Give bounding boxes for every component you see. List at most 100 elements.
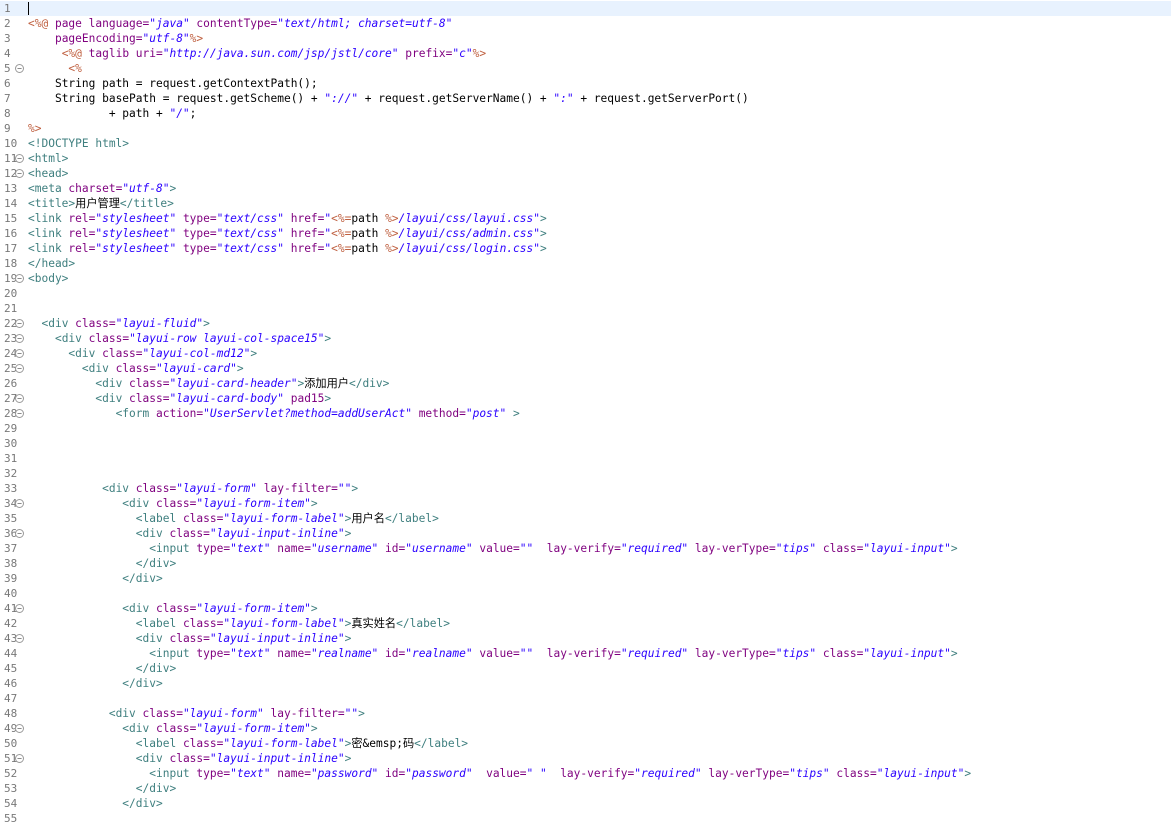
code-line[interactable]: 52 <input type="text" name="password" id…: [0, 766, 1171, 781]
code-line[interactable]: 42 <label class="layui-form-label">真实姓名<…: [0, 616, 1171, 631]
code-line[interactable]: 46 </div>: [0, 676, 1171, 691]
code-line[interactable]: 5− <%: [0, 61, 1171, 76]
fold-toggle-icon[interactable]: −: [15, 754, 24, 763]
line-gutter: 44: [0, 646, 26, 661]
code-line[interactable]: 30: [0, 436, 1171, 451]
code-line[interactable]: 19− <body>: [0, 271, 1171, 286]
code-token: "utf-8": [142, 32, 190, 45]
code-line[interactable]: 40: [0, 586, 1171, 601]
code-line[interactable]: 24− <div class="layui-col-md12">: [0, 346, 1171, 361]
fold-toggle-icon[interactable]: −: [15, 274, 24, 283]
fold-toggle-icon[interactable]: −: [15, 319, 24, 328]
code-line[interactable]: 45 </div>: [0, 661, 1171, 676]
code-line[interactable]: 2 <%@ page language="java" contentType="t…: [0, 16, 1171, 31]
code-line[interactable]: 10 <!DOCTYPE html>: [0, 136, 1171, 151]
fold-toggle-icon[interactable]: −: [15, 169, 24, 178]
code-line[interactable]: 16 <link rel="stylesheet" type="text/css"…: [0, 226, 1171, 241]
code-line[interactable]: 47: [0, 691, 1171, 706]
code-line[interactable]: 50 <label class="layui-form-label">密&ems…: [0, 736, 1171, 751]
code-line[interactable]: 35 <label class="layui-form-label">用户名</…: [0, 511, 1171, 526]
line-gutter: 45: [0, 661, 26, 676]
code-line[interactable]: 31: [0, 451, 1171, 466]
line-number: 54: [4, 797, 18, 810]
fold-toggle-icon[interactable]: −: [15, 409, 24, 418]
code-line[interactable]: 6 String path = request.getContextPath()…: [0, 76, 1171, 91]
code-token: lay-verType=: [701, 767, 790, 780]
code-token: </div>: [122, 797, 163, 810]
code-line[interactable]: 28− <form action="UserServlet?method=add…: [0, 406, 1171, 421]
code-line[interactable]: 17 <link rel="stylesheet" type="text/css"…: [0, 241, 1171, 256]
code-token: <div: [135, 527, 170, 540]
line-code: %>: [28, 121, 41, 136]
code-line[interactable]: 51− <div class="layui-input-inline">: [0, 751, 1171, 766]
code-token: >: [344, 752, 352, 765]
code-line[interactable]: 41− <div class="layui-form-item">: [0, 601, 1171, 616]
code-line[interactable]: 3 pageEncoding="utf-8"%>: [0, 31, 1171, 46]
line-code: <div class="layui-form" lay-filter="">: [28, 481, 358, 496]
code-line[interactable]: 49− <div class="layui-form-item">: [0, 721, 1171, 736]
code-line[interactable]: 27− <div class="layui-card-body" pad15>: [0, 391, 1171, 406]
code-line[interactable]: 4 <%@ taglib uri="http://java.sun.com/js…: [0, 46, 1171, 61]
fold-toggle-icon[interactable]: −: [15, 529, 24, 538]
line-number: 21: [4, 302, 18, 315]
line-gutter: 47: [0, 691, 26, 706]
code-token: >: [540, 212, 547, 225]
line-gutter: 4: [0, 46, 26, 61]
code-token: "tips": [775, 542, 817, 555]
code-line[interactable]: 39 </div>: [0, 571, 1171, 586]
code-line[interactable]: 26 <div class="layui-card-header">添加用户</…: [0, 376, 1171, 391]
code-line[interactable]: 14 <title>用户管理</title>: [0, 196, 1171, 211]
fold-toggle-icon[interactable]: −: [15, 334, 24, 343]
fold-toggle-icon[interactable]: −: [15, 604, 24, 613]
fold-toggle-icon[interactable]: −: [15, 364, 24, 373]
code-token: "post": [465, 407, 507, 420]
code-line[interactable]: 32: [0, 466, 1171, 481]
code-token: >: [540, 227, 547, 240]
code-line[interactable]: 11− <html>: [0, 151, 1171, 166]
code-token: + path +: [108, 107, 170, 120]
code-line[interactable]: 9 %>: [0, 121, 1171, 136]
code-token: pageEncoding=: [54, 32, 143, 45]
line-gutter: 48: [0, 706, 26, 721]
fold-toggle-icon[interactable]: −: [15, 154, 24, 163]
code-line[interactable]: 33 <div class="layui-form" lay-filter=""…: [0, 481, 1171, 496]
code-line[interactable]: 37 <input type="text" name="username" id…: [0, 541, 1171, 556]
fold-toggle-icon[interactable]: −: [15, 394, 24, 403]
code-token: </title>: [119, 197, 174, 210]
code-line[interactable]: 44 <input type="text" name="realname" id…: [0, 646, 1171, 661]
code-line[interactable]: 53 </div>: [0, 781, 1171, 796]
code-line[interactable]: 1: [0, 1, 1171, 16]
code-line[interactable]: 22− <div class="layui-fluid">: [0, 316, 1171, 331]
fold-toggle-icon[interactable]: −: [15, 634, 24, 643]
code-line[interactable]: 7 String basePath = request.getScheme() …: [0, 91, 1171, 106]
fold-toggle-icon[interactable]: −: [15, 724, 24, 733]
code-editor[interactable]: 1 2 <%@ page language="java" contentType="…: [0, 0, 1171, 825]
code-line[interactable]: 18 </head>: [0, 256, 1171, 271]
code-line[interactable]: 8 + path + "/";: [0, 106, 1171, 121]
code-token: id=: [378, 647, 406, 660]
code-line[interactable]: 43− <div class="layui-input-inline">: [0, 631, 1171, 646]
fold-toggle-icon[interactable]: −: [15, 499, 24, 508]
code-line[interactable]: 21: [0, 301, 1171, 316]
code-line[interactable]: 36− <div class="layui-input-inline">: [0, 526, 1171, 541]
code-line[interactable]: 20: [0, 286, 1171, 301]
code-line[interactable]: 29: [0, 421, 1171, 436]
code-line[interactable]: 23− <div class="layui-row layui-col-spac…: [0, 331, 1171, 346]
fold-toggle-icon[interactable]: −: [15, 64, 24, 73]
code-token: page: [54, 17, 89, 30]
code-token: "text/css": [216, 242, 284, 255]
code-line[interactable]: 12− <head>: [0, 166, 1171, 181]
line-number: 4: [4, 47, 11, 60]
code-line[interactable]: 38 </div>: [0, 556, 1171, 571]
code-line[interactable]: 54 </div>: [0, 796, 1171, 811]
code-line[interactable]: 25− <div class="layui-card">: [0, 361, 1171, 376]
code-line[interactable]: 34− <div class="layui-form-item">: [0, 496, 1171, 511]
fold-toggle-icon[interactable]: −: [15, 349, 24, 358]
code-line[interactable]: 13 <meta charset="utf-8">: [0, 181, 1171, 196]
code-line[interactable]: 48 <div class="layui-form" lay-filter=""…: [0, 706, 1171, 721]
code-line[interactable]: 15 <link rel="stylesheet" type="text/css"…: [0, 211, 1171, 226]
